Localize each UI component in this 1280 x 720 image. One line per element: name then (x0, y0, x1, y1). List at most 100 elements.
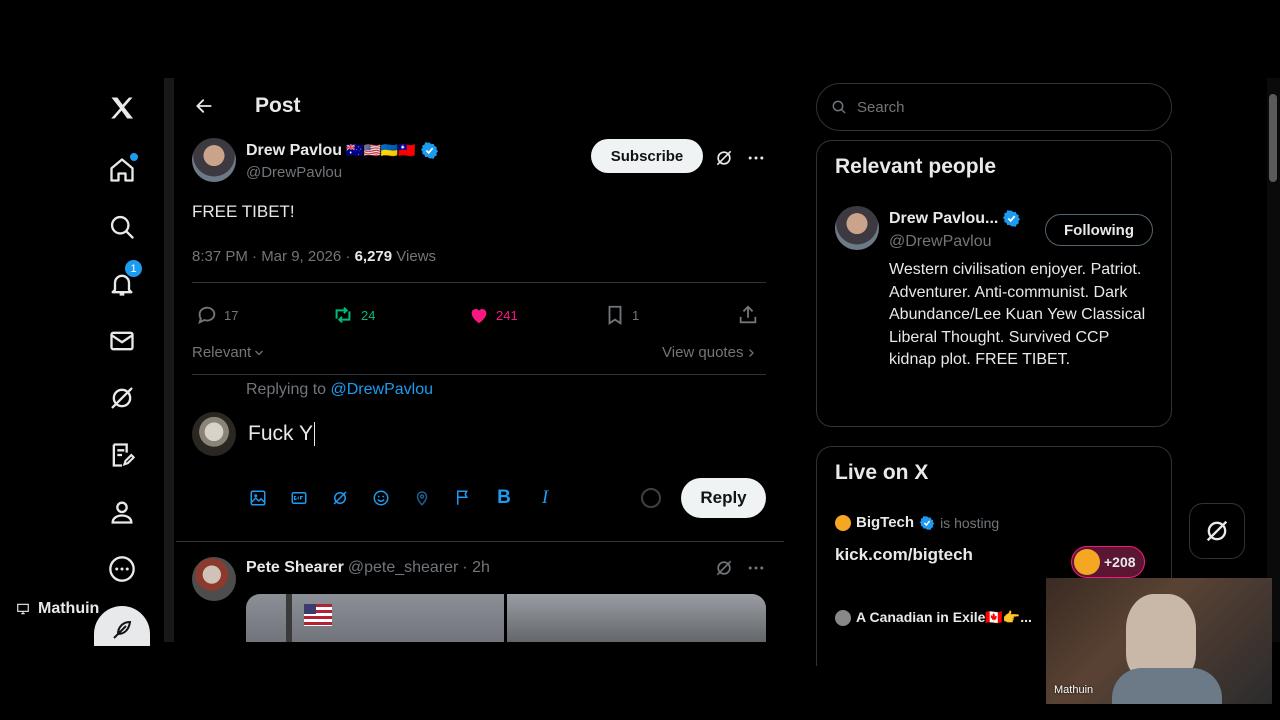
user-avatar[interactable] (192, 412, 236, 456)
relevant-person-avatar[interactable] (835, 206, 879, 250)
hosting-label: is hosting (940, 514, 1000, 531)
reply-time[interactable]: · 2h (462, 559, 490, 577)
view-quotes-link[interactable]: View quotes (662, 344, 757, 361)
grok-floating-button[interactable] (1189, 503, 1245, 559)
live-space-title[interactable]: kick.com/bigtech (835, 545, 973, 565)
author-avatar[interactable] (192, 138, 236, 182)
more-options-icon[interactable] (106, 553, 138, 585)
next-host-name: A Canadian in Exile🇨🇦👉... (856, 609, 1032, 625)
author-name-row[interactable]: Drew Pavlou 🇦🇺🇺🇸🇺🇦🇹🇼 (246, 141, 439, 160)
reply-media-image-2[interactable] (507, 594, 766, 642)
grok-icon[interactable] (106, 382, 138, 414)
emoji-icon[interactable] (371, 488, 391, 508)
chevron-right-icon (749, 348, 755, 357)
left-scrollbar[interactable] (164, 78, 174, 642)
reply-textbox[interactable]: Fuck Y (248, 422, 315, 446)
grok-icon (1206, 520, 1228, 542)
bookmark-action[interactable]: 1 (604, 304, 639, 326)
bold-icon[interactable]: B (494, 487, 514, 508)
search-input[interactable] (855, 97, 1139, 117)
live-title: Live on X (835, 461, 929, 484)
relevant-person-name-row[interactable]: Drew Pavlou... (889, 209, 1021, 228)
post-text: FREE TIBET! (192, 202, 295, 221)
divider (176, 541, 784, 542)
flag-icon[interactable] (453, 488, 473, 508)
like-count: 241 (496, 307, 518, 323)
host-avatar (835, 514, 851, 531)
reply-more-icon[interactable] (746, 558, 766, 578)
subscribe-button[interactable]: Subscribe (591, 139, 703, 173)
chevron-down-icon (255, 350, 264, 355)
grok-reply-icon[interactable] (714, 558, 734, 578)
page-title: Post (255, 94, 301, 117)
italic-icon[interactable]: I (535, 487, 555, 508)
search-field-icon (832, 100, 846, 114)
gutter (784, 78, 812, 642)
bookmark-icon (608, 305, 622, 325)
messages-envelope-icon[interactable] (106, 325, 138, 357)
listeners-pill[interactable]: +208 (1071, 546, 1145, 578)
listener-avatar (1074, 549, 1100, 575)
back-arrow-icon[interactable] (194, 96, 214, 116)
grok-composer-icon[interactable] (330, 488, 350, 508)
views-count: 6,279 (354, 248, 393, 265)
reply-author-avatar[interactable] (192, 557, 236, 601)
following-button[interactable]: Following (1045, 214, 1153, 246)
profile-icon[interactable] (106, 496, 138, 528)
x-logo-icon[interactable] (106, 92, 138, 124)
page-scrollbar-thumb[interactable] (1269, 94, 1277, 182)
location-pin-icon[interactable] (412, 488, 432, 508)
feather-icon (113, 620, 132, 639)
home-icon[interactable] (106, 153, 138, 186)
gif-icon[interactable] (289, 488, 309, 508)
sort-dropdown[interactable]: Relevant (192, 344, 265, 361)
monitor-icon (17, 603, 29, 615)
left-navigation: 1 (94, 78, 164, 642)
account-switcher[interactable]: Mathuin (16, 600, 99, 618)
live-host-row[interactable]: BigTech is hosting (835, 514, 999, 531)
reply-media-image-1[interactable] (246, 594, 504, 642)
replying-prefix: Replying to (246, 381, 331, 398)
webcam-name: Mathuin (1054, 684, 1094, 696)
search-icon[interactable] (106, 211, 138, 243)
next-live-row[interactable]: A Canadian in Exile🇨🇦👉... (835, 609, 1032, 626)
verified-badge-icon (919, 515, 935, 530)
grok-post-icon[interactable] (714, 148, 734, 168)
lists-icon[interactable] (106, 439, 138, 471)
relevant-person-name[interactable]: Drew Pavlou... (889, 210, 998, 228)
relevant-people-title: Relevant people (835, 155, 997, 178)
verified-badge-icon (420, 142, 438, 159)
like-action[interactable]: 241 (468, 304, 518, 326)
post-timestamp[interactable]: 8:37 PM · Mar 9, 2026 · (192, 248, 355, 265)
reply-action[interactable]: 17 (196, 304, 238, 326)
webcam-overlay: Mathuin (1046, 578, 1272, 704)
author-handle[interactable]: @DrewPavlou (246, 164, 342, 181)
author-name[interactable]: Drew Pavlou (246, 142, 342, 160)
share-icon[interactable] (737, 304, 759, 326)
reply-author-row[interactable]: Pete Shearer @pete_shearer · 2h (246, 559, 490, 577)
heart-filled-icon (471, 309, 487, 324)
reply-author-name[interactable]: Pete Shearer (246, 559, 344, 577)
more-horizontal-icon[interactable] (746, 148, 766, 168)
repost-icon (335, 306, 351, 324)
reply-author-handle[interactable]: @pete_shearer (348, 559, 459, 577)
page-scrollbar[interactable] (1267, 78, 1280, 642)
relevant-people-card: Relevant people Drew Pavlou... @DrewPavl… (816, 140, 1172, 427)
bookmark-count: 1 (632, 307, 640, 323)
reply-draft-text: Fuck Y (248, 422, 313, 445)
image-icon[interactable] (248, 488, 268, 508)
reply-submit-button[interactable]: Reply (681, 478, 766, 518)
webcam-shirt (1112, 668, 1222, 704)
next-host-avatar (835, 609, 851, 626)
relevant-person-bio: Western civilisation enjoyer. Patriot. A… (889, 261, 1146, 368)
live-host-name: BigTech (856, 514, 915, 531)
replying-handle[interactable]: @DrewPavlou (331, 381, 434, 398)
notifications-bell-icon[interactable]: 1 (106, 260, 142, 300)
search-bar[interactable] (816, 83, 1172, 131)
author-flags: 🇦🇺🇺🇸🇺🇦🇹🇼 (346, 142, 416, 158)
listener-count: +208 (1104, 554, 1136, 570)
divider (192, 282, 766, 283)
relevant-person-handle[interactable]: @DrewPavlou (889, 233, 992, 251)
repost-action[interactable]: 24 (331, 304, 375, 326)
notification-count-badge: 1 (125, 260, 142, 277)
